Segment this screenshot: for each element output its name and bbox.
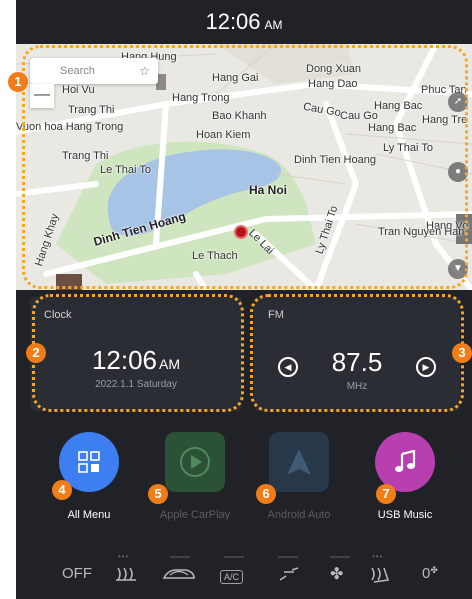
seat-heater-icon[interactable] bbox=[368, 566, 392, 587]
status-time: 12:06 bbox=[205, 9, 261, 34]
infotainment-screen: 12:06 AM Hang Hung Hoi Vu Hang Gai Dong … bbox=[16, 0, 472, 599]
map-place-label: Hoi Vu bbox=[62, 84, 95, 96]
divider bbox=[224, 556, 244, 558]
callout-badge: 3 bbox=[452, 343, 472, 363]
zoom-out-button[interactable]: — bbox=[30, 84, 54, 108]
app-label: USB Music bbox=[377, 509, 433, 521]
map-place-label: Cau Go bbox=[340, 110, 378, 122]
rear-defrost-icon[interactable] bbox=[114, 566, 138, 587]
climate-power-button[interactable]: OFF bbox=[62, 565, 92, 582]
fan-speed-indicator[interactable]: 0✤ bbox=[422, 565, 438, 582]
map-place-label: Hoan Kiem bbox=[196, 129, 251, 141]
map-place-label: Le Thai To bbox=[100, 164, 151, 176]
map-place-label: Hang Bac bbox=[368, 122, 417, 134]
app-label: Apple CarPlay bbox=[159, 509, 231, 521]
app-label: Android Auto bbox=[267, 509, 331, 521]
map-place-label: Hang Tre bbox=[422, 114, 468, 126]
favorite-star-icon[interactable]: ☆ bbox=[139, 64, 150, 78]
clock-time: 12:06 AM bbox=[30, 345, 242, 376]
callout-badge: 7 bbox=[376, 484, 396, 504]
map-place-label: Hang Bac bbox=[374, 100, 423, 112]
android-auto-icon bbox=[269, 432, 329, 492]
clock-ampm: AM bbox=[159, 356, 181, 372]
app-apple-carplay[interactable]: Apple CarPlay bbox=[140, 432, 250, 521]
map-place-label: Trang Thi bbox=[68, 104, 115, 116]
level-dots: ••• bbox=[118, 552, 130, 561]
music-note-icon bbox=[375, 432, 435, 492]
map-place-label: Vuon hoa Hang Trong bbox=[16, 121, 124, 133]
app-all-menu[interactable]: All Menu bbox=[34, 432, 144, 521]
fan-small-icon: ✤ bbox=[430, 565, 438, 575]
fan-icon[interactable]: ✤ bbox=[330, 564, 343, 584]
radio-widget[interactable]: FM ◀ 87.5 MHz ▶ bbox=[254, 297, 460, 411]
app-usb-music[interactable]: USB Music bbox=[350, 432, 460, 521]
callout-badge: 2 bbox=[26, 343, 46, 363]
status-bar: 12:06 AM bbox=[16, 0, 472, 44]
ac-button[interactable]: A/C bbox=[220, 567, 244, 584]
clock-title: Clock bbox=[44, 309, 72, 321]
air-recirculation-icon[interactable] bbox=[162, 566, 196, 587]
carplay-icon bbox=[165, 432, 225, 492]
map-place-label: Hang Trong bbox=[172, 92, 230, 104]
map-place-label: Ly Thai To bbox=[383, 142, 433, 154]
map-place-label: Bao Khanh bbox=[212, 110, 267, 122]
divider bbox=[170, 556, 190, 558]
navigation-map[interactable]: Hang Hung Hoi Vu Hang Gai Dong Xuan Hang… bbox=[16, 44, 472, 290]
search-placeholder: Search bbox=[60, 65, 95, 77]
location-icon[interactable]: ● bbox=[448, 162, 468, 182]
navigate-icon[interactable]: ▼ bbox=[448, 259, 468, 279]
level-dots: ••• bbox=[372, 552, 384, 561]
map-place-label: Hang Dao bbox=[308, 78, 358, 90]
callout-badge: 5 bbox=[148, 484, 168, 504]
radio-unit: MHz bbox=[346, 381, 368, 392]
compass-icon[interactable]: ➚ bbox=[448, 92, 468, 112]
map-place-label: Hang Gai bbox=[212, 72, 259, 84]
callout-badge: 4 bbox=[52, 480, 72, 500]
airflow-mode-icon[interactable] bbox=[278, 566, 300, 587]
clock-widget[interactable]: Clock 12:06 AM 2022.1.1 Saturday bbox=[30, 297, 242, 411]
map-place-label: Ha Noi bbox=[249, 183, 288, 197]
radio-title: FM bbox=[268, 309, 284, 321]
callout-badge: 6 bbox=[256, 484, 276, 504]
location-marker[interactable] bbox=[234, 225, 248, 239]
callout-badge: 1 bbox=[8, 72, 28, 92]
clock-date: 2022.1.1 Saturday bbox=[95, 379, 177, 390]
climate-bar: OFF ••• A/C ✤ ••• 0✤ bbox=[16, 540, 472, 599]
clock-time-value: 12:06 bbox=[91, 345, 158, 375]
app-label: All Menu bbox=[67, 509, 111, 521]
map-place-label: Trang Thi bbox=[62, 150, 109, 162]
map-place-label: Dinh Tien Hoang bbox=[294, 154, 376, 166]
status-ampm: AM bbox=[264, 18, 283, 32]
map-place-label: Tran Nguyen Han bbox=[378, 226, 465, 238]
ac-label: A/C bbox=[220, 570, 244, 584]
app-android-auto[interactable]: Android Auto bbox=[244, 432, 354, 521]
next-station-icon[interactable]: ▶ bbox=[416, 357, 436, 377]
divider bbox=[278, 556, 298, 558]
map-place-label: Dong Xuan bbox=[306, 63, 362, 75]
map-place-label: Le Thach bbox=[192, 250, 238, 262]
divider bbox=[330, 556, 350, 558]
map-search-input[interactable]: Search ☆ bbox=[30, 58, 158, 84]
